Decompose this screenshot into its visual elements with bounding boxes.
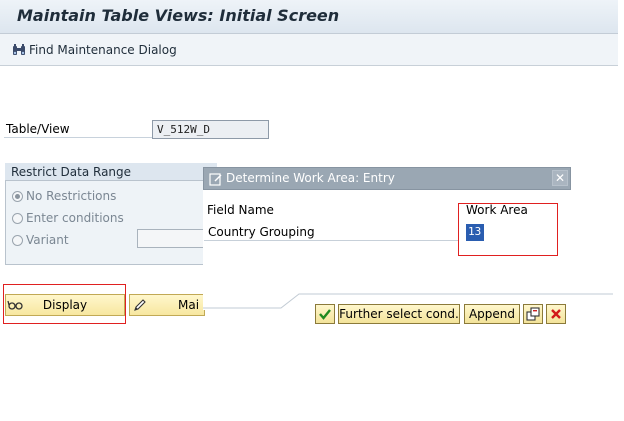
find-maintenance-dialog-label: Find Maintenance Dialog [29,43,177,57]
maintain-button[interactable]: Mai [129,294,205,316]
multiple-selection-icon [526,307,540,321]
radio-variant-label: Variant [26,233,69,247]
field-name-column-header: Field Name [207,203,274,217]
country-grouping-label: Country Grouping [208,225,315,239]
checkmark-icon [319,309,331,320]
radio-no-restrictions[interactable]: No Restrictions [12,188,116,204]
table-view-input[interactable]: V_512W_D [152,120,269,139]
maintain-button-label: Mai [178,298,200,312]
cancel-icon [551,309,561,319]
cancel-button[interactable] [546,304,566,324]
radio-button[interactable] [12,212,23,224]
radio-button[interactable] [12,234,23,246]
table-view-underline [4,137,152,138]
table-view-label: Table/View [6,122,70,136]
close-icon[interactable]: ✕ [552,170,568,186]
ok-button[interactable] [315,304,335,324]
highlight-box-work-area [458,203,558,256]
entry-icon [209,173,222,186]
radio-no-restrictions-label: No Restrictions [26,189,117,203]
restrict-data-range-header: Restrict Data Range [5,163,217,181]
radio-variant[interactable]: Variant [12,232,69,248]
pencil-icon [134,299,146,311]
radio-enter-conditions-label: Enter conditions [26,211,124,225]
further-select-cond-button[interactable]: Further select cond. [338,304,460,324]
variant-input[interactable] [137,229,207,248]
dialog-title: Determine Work Area: Entry [226,171,395,185]
binoculars-icon [13,44,25,55]
highlight-box-display [3,284,126,324]
radio-button-selected[interactable] [12,190,23,202]
page-title: Maintain Table Views: Initial Screen [17,6,340,25]
multiple-selection-button[interactable] [523,304,543,324]
find-maintenance-dialog-button[interactable]: Find Maintenance Dialog [12,40,177,60]
append-button[interactable]: Append [464,304,520,324]
row-underline [204,240,458,241]
radio-enter-conditions[interactable]: Enter conditions [12,210,124,226]
